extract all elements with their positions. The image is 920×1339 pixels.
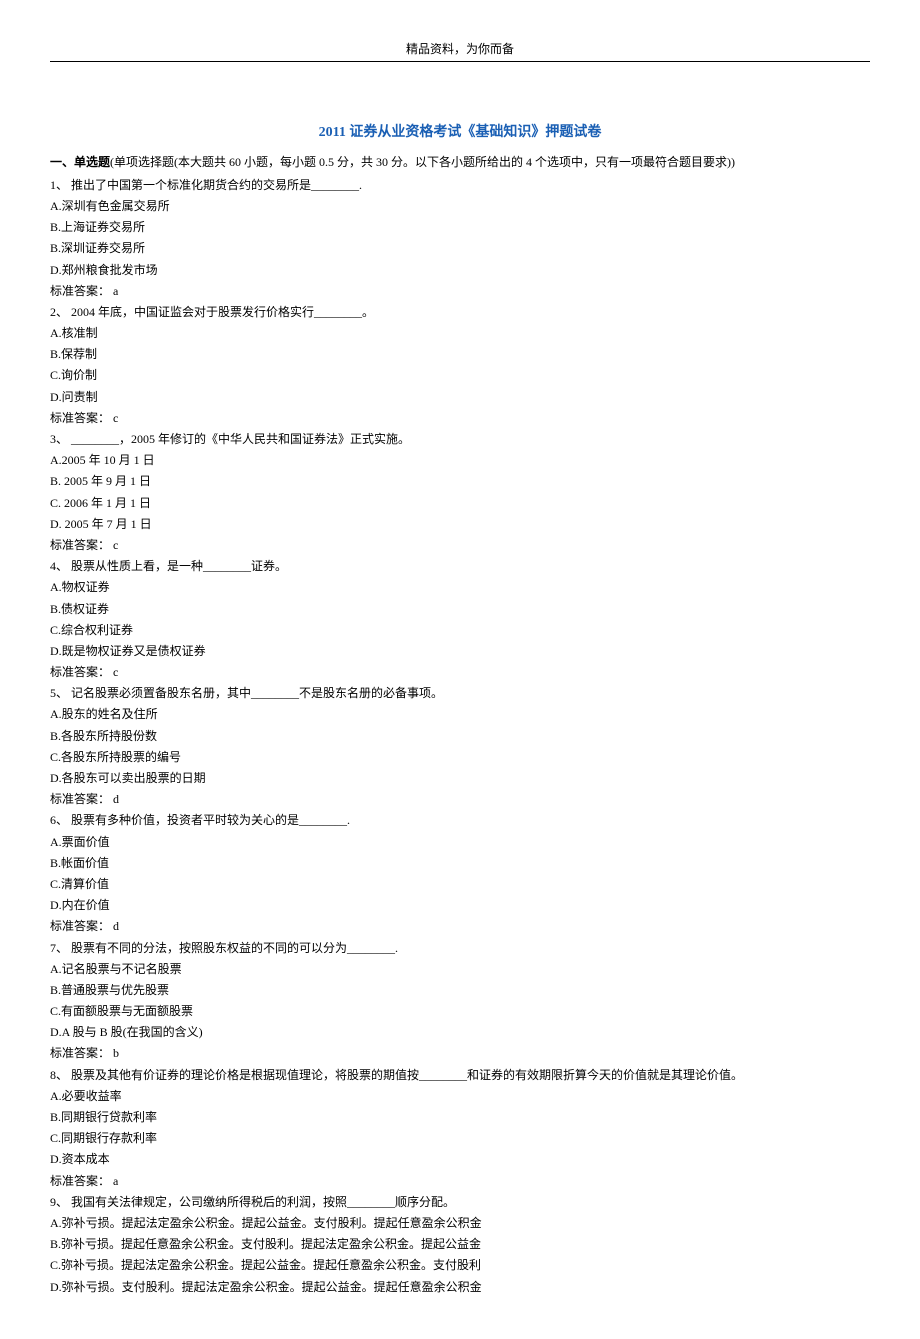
standard-answer: 标准答案： c <box>50 536 870 555</box>
question-option: B.弥补亏损。提起任意盈余公积金。支付股利。提起法定盈余公积金。提起公益金 <box>50 1235 870 1254</box>
question-option: B.上海证券交易所 <box>50 218 870 237</box>
question-option: D.各股东可以卖出股票的日期 <box>50 769 870 788</box>
standard-answer: 标准答案： c <box>50 663 870 682</box>
question-option: D.资本成本 <box>50 1150 870 1169</box>
standard-answer: 标准答案： c <box>50 409 870 428</box>
section-label: 一、单选题 <box>50 155 110 169</box>
question-option: D.郑州粮食批发市场 <box>50 261 870 280</box>
question-text: 2、 2004 年底，中国证监会对于股票发行价格实行________。 <box>50 303 870 322</box>
question-option: D. 2005 年 7 月 1 日 <box>50 515 870 534</box>
standard-answer: 标准答案： a <box>50 282 870 301</box>
question-option: B.帐面价值 <box>50 854 870 873</box>
standard-answer: 标准答案： a <box>50 1172 870 1191</box>
question-option: C.弥补亏损。提起法定盈余公积金。提起公益金。提起任意盈余公积金。支付股利 <box>50 1256 870 1275</box>
page-header-text: 精品资料，为你而备 <box>50 40 870 59</box>
question-option: A.票面价值 <box>50 833 870 852</box>
question-text: 8、 股票及其他有价证券的理论价格是根据现值理论，将股票的期值按________… <box>50 1066 870 1085</box>
question-text: 4、 股票从性质上看，是一种________证券。 <box>50 557 870 576</box>
question-option: B.保荐制 <box>50 345 870 364</box>
question-option: B.各股东所持股份数 <box>50 727 870 746</box>
question-option: A.2005 年 10 月 1 日 <box>50 451 870 470</box>
question-option: B. 2005 年 9 月 1 日 <box>50 472 870 491</box>
question-option: D.内在价值 <box>50 896 870 915</box>
question-option: B.同期银行贷款利率 <box>50 1108 870 1127</box>
question-option: C.各股东所持股票的编号 <box>50 748 870 767</box>
question-option: C.同期银行存款利率 <box>50 1129 870 1148</box>
question-option: C. 2006 年 1 月 1 日 <box>50 494 870 513</box>
standard-answer: 标准答案： d <box>50 917 870 936</box>
question-text: 3、 ________，2005 年修订的《中华人民共和国证券法》正式实施。 <box>50 430 870 449</box>
question-option: C.清算价值 <box>50 875 870 894</box>
question-text: 6、 股票有多种价值，投资者平时较为关心的是________. <box>50 811 870 830</box>
question-option: C.有面额股票与无面额股票 <box>50 1002 870 1021</box>
section-description: (单项选择题(本大题共 60 小题，每小题 0.5 分，共 30 分。以下各小题… <box>110 155 735 169</box>
question-option: B.普通股票与优先股票 <box>50 981 870 1000</box>
question-option: D.A 股与 B 股(在我国的含义) <box>50 1023 870 1042</box>
question-text: 7、 股票有不同的分法，按照股东权益的不同的可以分为________. <box>50 939 870 958</box>
question-option: A.弥补亏损。提起法定盈余公积金。提起公益金。支付股利。提起任意盈余公积金 <box>50 1214 870 1233</box>
question-option: D.弥补亏损。支付股利。提起法定盈余公积金。提起公益金。提起任意盈余公积金 <box>50 1278 870 1297</box>
section-header: 一、单选题(单项选择题(本大题共 60 小题，每小题 0.5 分，共 30 分。… <box>50 153 870 172</box>
question-option: D.既是物权证券又是债权证券 <box>50 642 870 661</box>
question-text: 5、 记名股票必须置备股东名册，其中________不是股东名册的必备事项。 <box>50 684 870 703</box>
question-text: 9、 我国有关法律规定，公司缴纳所得税后的利润，按照________顺序分配。 <box>50 1193 870 1212</box>
standard-answer: 标准答案： b <box>50 1044 870 1063</box>
standard-answer: 标准答案： d <box>50 790 870 809</box>
question-option: A.深圳有色金属交易所 <box>50 197 870 216</box>
question-option: A.股东的姓名及住所 <box>50 705 870 724</box>
document-title: 2011 证券从业资格考试《基础知识》押题试卷 <box>50 122 870 144</box>
page-header-line <box>50 61 870 62</box>
question-option: A.记名股票与不记名股票 <box>50 960 870 979</box>
question-option: B.深圳证券交易所 <box>50 239 870 258</box>
question-option: C.综合权利证券 <box>50 621 870 640</box>
question-option: A.必要收益率 <box>50 1087 870 1106</box>
question-option: A.核准制 <box>50 324 870 343</box>
question-option: C.询价制 <box>50 366 870 385</box>
question-text: 1、 推出了中国第一个标准化期货合约的交易所是________. <box>50 176 870 195</box>
question-option: A.物权证券 <box>50 578 870 597</box>
question-option: B.债权证券 <box>50 600 870 619</box>
question-option: D.问责制 <box>50 388 870 407</box>
questions-container: 1、 推出了中国第一个标准化期货合约的交易所是________. A.深圳有色金属… <box>50 176 870 1297</box>
